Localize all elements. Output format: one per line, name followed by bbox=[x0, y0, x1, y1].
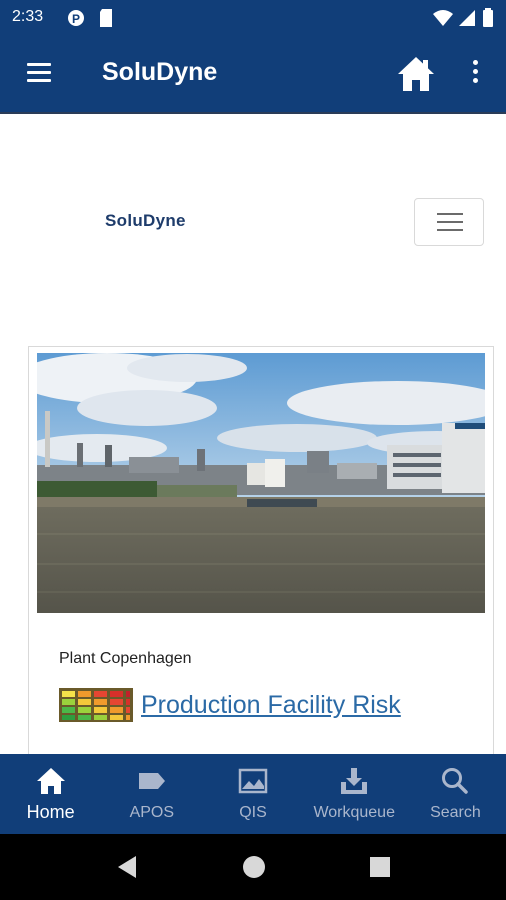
plant-card: Plant Copenhagen Production Facility Ris… bbox=[28, 346, 494, 754]
more-options-button[interactable] bbox=[466, 56, 484, 92]
nav-home-label: Home bbox=[26, 802, 75, 822]
system-nav-bar bbox=[0, 834, 506, 900]
app-bar: SoluDyne bbox=[0, 36, 506, 112]
bottom-nav: Home APOS QIS Workqueue Search bbox=[0, 754, 506, 834]
image-icon bbox=[238, 768, 268, 794]
risk-row[interactable]: Production Facility Risk bbox=[59, 685, 401, 725]
brand-logo[interactable]: SoluDyne bbox=[105, 211, 186, 231]
status-bar: 2:33 P bbox=[0, 0, 506, 36]
nav-apos-label: APOS bbox=[129, 804, 175, 821]
nav-qis-label: QIS bbox=[239, 804, 267, 821]
sd-card-icon bbox=[100, 9, 112, 27]
nav-workqueue-label: Workqueue bbox=[313, 804, 395, 821]
status-time: 2:33 bbox=[12, 8, 44, 25]
search-icon bbox=[442, 768, 469, 794]
tag-icon bbox=[138, 773, 165, 789]
signal-icon bbox=[459, 10, 475, 26]
app-title: SoluDyne bbox=[102, 58, 218, 86]
home-icon bbox=[36, 768, 65, 794]
battery-icon bbox=[483, 8, 493, 27]
nav-apos[interactable]: APOS bbox=[101, 754, 202, 834]
data-saver-icon: P bbox=[68, 10, 84, 26]
menu-button[interactable] bbox=[24, 60, 54, 86]
production-facility-risk-link[interactable]: Production Facility Risk bbox=[141, 691, 401, 720]
nav-qis[interactable]: QIS bbox=[202, 754, 303, 834]
svg-text:P: P bbox=[72, 12, 80, 26]
nav-workqueue[interactable]: Workqueue bbox=[304, 754, 405, 834]
home-icon[interactable] bbox=[396, 54, 436, 94]
nav-search[interactable]: Search bbox=[405, 754, 506, 834]
wifi-icon bbox=[433, 10, 453, 26]
download-tray-icon bbox=[341, 768, 368, 794]
nav-search-label: Search bbox=[430, 804, 481, 821]
back-icon[interactable] bbox=[116, 854, 138, 880]
home-circle-icon[interactable] bbox=[242, 854, 266, 880]
navbar-toggler-button[interactable] bbox=[414, 198, 484, 246]
recents-icon[interactable] bbox=[368, 854, 392, 880]
main-content: SoluDyne Plant Copenhagen Production Fac… bbox=[0, 112, 506, 754]
nav-home[interactable]: Home bbox=[0, 754, 101, 834]
plant-name: Plant Copenhagen bbox=[59, 650, 192, 667]
plant-photo bbox=[37, 353, 485, 613]
risk-heatmap-icon bbox=[59, 688, 133, 722]
